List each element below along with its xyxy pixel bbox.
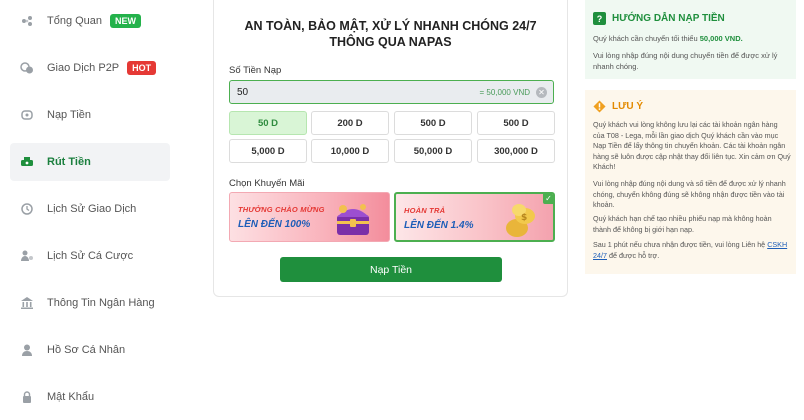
history-icon — [20, 202, 34, 216]
quick-amount-button[interactable]: 500 D — [477, 111, 555, 135]
sidebar-item-label: Mật Khẩu — [47, 391, 95, 403]
promo-title: HOÀN TRẢ — [404, 206, 446, 215]
sidebar: Tổng Quan NEW Giao Dịch P2P HOT Nạp Tiền… — [0, 0, 182, 420]
title-line-1: AN TOÀN, BẢO MẬT, XỬ LÝ NHANH CHÓNG 24/7 — [244, 19, 537, 33]
clear-icon[interactable]: ✕ — [536, 86, 547, 98]
promo-card-welcome[interactable]: THƯỞNG CHÀO MỪNG LÊN ĐẾN 100% — [229, 192, 390, 242]
guide-min-text: Quý khách cần chuyển tối thiểu 50,000 VN… — [593, 33, 789, 44]
sidebar-item-label: Giao Dịch P2P — [47, 62, 120, 74]
promo-title: THƯỞNG CHÀO MỪNG — [238, 205, 325, 214]
promo-subtitle: LÊN ĐẾN 100% — [238, 219, 311, 230]
amount-conversion: = 50,000 VND — [479, 87, 530, 97]
sidebar-item-label: Tổng Quan — [47, 15, 103, 27]
sidebar-item-overview[interactable]: Tổng Quan NEW — [10, 2, 170, 40]
sidebar-item-deposit[interactable]: Nạp Tiền — [10, 96, 170, 134]
sidebar-item-withdraw[interactable]: Rút Tiền — [10, 143, 170, 181]
sidebar-item-label: Lịch Sử Cá Cược — [47, 250, 134, 262]
sidebar-item-password[interactable]: Mật Khẩu — [10, 378, 170, 416]
sidebar-item-bet-history[interactable]: Lịch Sử Cá Cược — [10, 237, 170, 275]
deposit-submit-button[interactable]: Nạp Tiền — [280, 257, 502, 282]
amount-label: Số Tiền Nạp — [229, 65, 282, 76]
deposit-panel: AN TOÀN, BẢO MẬT, XỬ LÝ NHANH CHÓNG 24/7… — [213, 0, 568, 297]
warning-contact-suffix: để được hỗ trợ. — [609, 250, 660, 260]
lock-icon — [20, 390, 34, 404]
warning-paragraph-3: Quý khách hạn chế tạo nhiều phiếu nạp mà… — [593, 214, 772, 234]
sidebar-item-label: Thông Tin Ngân Hàng — [47, 297, 155, 309]
sidebar-item-label: Rút Tiền — [47, 156, 91, 168]
sidebar-item-label: Nạp Tiền — [47, 109, 92, 121]
quick-amount-button[interactable]: 5,000 D — [229, 139, 307, 163]
quick-amount-button[interactable]: 10,000 D — [311, 139, 389, 163]
treasure-chest-icon — [337, 204, 369, 235]
quick-amount-button[interactable]: 50,000 D — [394, 139, 472, 163]
warning-icon — [593, 100, 606, 113]
page-title: AN TOÀN, BẢO MẬT, XỬ LÝ NHANH CHÓNG 24/7… — [214, 18, 567, 50]
new-badge: NEW — [110, 14, 142, 28]
warning-panel: LƯU Ý Quý khách vui lòng không lưu lại c… — [585, 90, 796, 274]
promo-card-cashback[interactable]: HOÀN TRẢ LÊN ĐẾN 1.4% $ ✓ — [394, 192, 555, 242]
promo-subtitle: LÊN ĐẾN 1.4% — [404, 220, 474, 231]
selected-check-icon: ✓ — [543, 194, 553, 204]
coins-icon — [20, 61, 34, 75]
gamepad-icon — [20, 14, 34, 28]
amount-input[interactable]: 50 = 50,000 VND ✕ — [229, 80, 554, 104]
quick-amount-button[interactable]: 200 D — [311, 111, 389, 135]
sidebar-item-label: Lịch Sử Giao Dịch — [47, 203, 137, 215]
withdraw-icon — [20, 155, 34, 169]
guide-title: HƯỚNG DẪN NẠP TIỀN — [612, 13, 725, 24]
guide-min-label: Quý khách cần chuyển tối thiểu — [593, 34, 698, 43]
promo-label: Chọn Khuyến Mãi — [229, 178, 305, 189]
bet-history-icon — [20, 249, 34, 263]
quick-amount-button[interactable]: 500 D — [394, 111, 472, 135]
hot-badge: HOT — [127, 61, 157, 75]
title-line-2: THÔNG QUA NAPAS — [329, 35, 452, 49]
sidebar-item-p2p[interactable]: Giao Dịch P2P HOT — [10, 49, 170, 87]
sidebar-item-label: Hồ Sơ Cá Nhân — [47, 344, 126, 356]
quick-amount-button[interactable]: 50 D — [229, 111, 307, 135]
warning-paragraph-4: Sau 1 phút nếu chưa nhận được tiền, vui … — [593, 240, 791, 261]
sidebar-item-profile[interactable]: Hồ Sơ Cá Nhân — [10, 331, 170, 369]
coins-icon: $ — [506, 204, 535, 237]
svg-text:$: $ — [521, 213, 527, 223]
user-icon — [20, 343, 34, 357]
guide-note: Vui lòng nhập đúng nội dung chuyển tiền … — [593, 51, 778, 71]
amount-value: 50 — [237, 86, 249, 98]
bank-icon — [20, 296, 34, 310]
warning-paragraph-1: Quý khách vui lòng không lưu lại các tài… — [593, 120, 791, 171]
sidebar-item-bank-info[interactable]: Thông Tin Ngân Hàng — [10, 284, 170, 322]
sidebar-item-transaction-history[interactable]: Lịch Sử Giao Dịch — [10, 190, 170, 228]
deposit-icon — [20, 108, 34, 122]
guide-min-amount: 50,000 VND. — [699, 34, 743, 43]
warning-paragraph-2: Vui lòng nhập đúng nội dung và số tiền đ… — [593, 179, 786, 209]
warning-title: LƯU Ý — [612, 101, 644, 112]
quick-amount-button[interactable]: 300,000 D — [477, 139, 555, 163]
guide-panel: ? HƯỚNG DẪN NẠP TIỀN Quý khách cần chuyể… — [585, 0, 796, 79]
warning-contact-text: Sau 1 phút nếu chưa nhận được tiền, vui … — [593, 240, 766, 249]
question-icon: ? — [593, 12, 606, 25]
